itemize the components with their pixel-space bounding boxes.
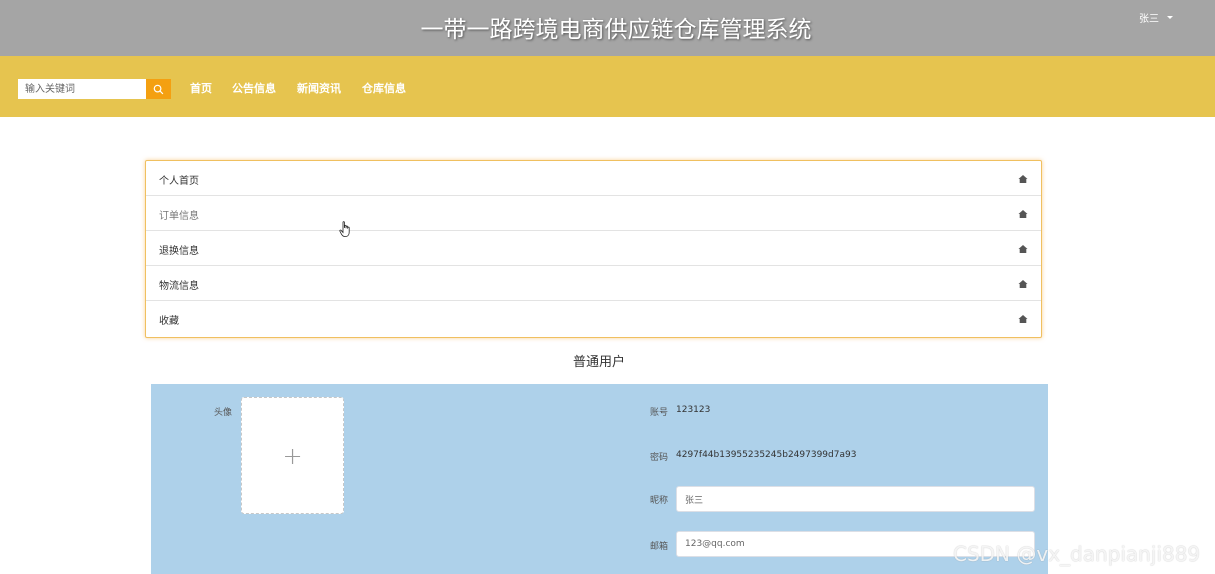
home-icon <box>1018 245 1028 253</box>
nav-item-news[interactable]: 新闻资讯 <box>297 80 341 96</box>
avatar-upload[interactable]: + <box>241 397 344 514</box>
hand-cursor-icon <box>339 221 350 237</box>
site-title: 一带一路跨境电商供应链仓库管理系统 <box>420 17 812 43</box>
search-input[interactable] <box>18 79 146 99</box>
avatar-label: 头像 <box>214 408 233 418</box>
menu-item-logistics[interactable]: 物流信息 <box>146 266 1041 301</box>
caret-down-icon <box>1167 16 1173 19</box>
menu-item-label: 收藏 <box>159 316 179 327</box>
search-button[interactable] <box>146 79 171 99</box>
menu-item-returns[interactable]: 退换信息 <box>146 231 1041 266</box>
menu-item-label: 订单信息 <box>159 211 199 222</box>
nav-bar: 首页 公告信息 新闻资讯 仓库信息 <box>0 56 1215 117</box>
menu-item-orders[interactable]: 订单信息 <box>146 196 1041 231</box>
home-icon <box>1018 315 1028 323</box>
section-title: 普通用户 <box>572 355 625 370</box>
user-menu[interactable]: 张三 <box>1139 10 1173 25</box>
menu-item-favorites[interactable]: 收藏 <box>146 301 1041 336</box>
nickname-label: 昵称 <box>650 496 669 506</box>
nav-item-announcements[interactable]: 公告信息 <box>232 80 276 96</box>
nickname-field[interactable] <box>676 486 1035 512</box>
account-label: 账号 <box>650 408 669 418</box>
home-icon <box>1018 175 1028 183</box>
menu-item-label: 物流信息 <box>159 281 199 292</box>
plus-icon: + <box>282 441 303 470</box>
user-name: 张三 <box>1139 14 1159 25</box>
search-icon <box>153 84 164 94</box>
nav-item-home[interactable]: 首页 <box>190 80 212 96</box>
top-header: 一带一路跨境电商供应链仓库管理系统 张三 <box>0 0 1215 56</box>
home-icon <box>1018 280 1028 288</box>
password-label: 密码 <box>650 453 669 463</box>
profile-form: 头像 + 账号 123123 密码 4297f44b13955235245b24… <box>151 384 1048 574</box>
watermark: CSDN @vx_danpianji889 <box>953 542 1201 566</box>
account-value: 123123 <box>676 405 711 415</box>
email-label: 邮箱 <box>650 542 669 552</box>
menu-item-label: 个人首页 <box>159 176 199 187</box>
menu-item-personal-home[interactable]: 个人首页 <box>146 161 1041 196</box>
home-icon <box>1018 210 1028 218</box>
password-value: 4297f44b13955235245b2497399d7a93 <box>676 450 857 460</box>
user-center-menu: 个人首页 订单信息 退换信息 物流信息 收藏 <box>145 160 1042 338</box>
nav-item-warehouse[interactable]: 仓库信息 <box>362 80 406 96</box>
menu-item-label: 退换信息 <box>159 246 199 257</box>
